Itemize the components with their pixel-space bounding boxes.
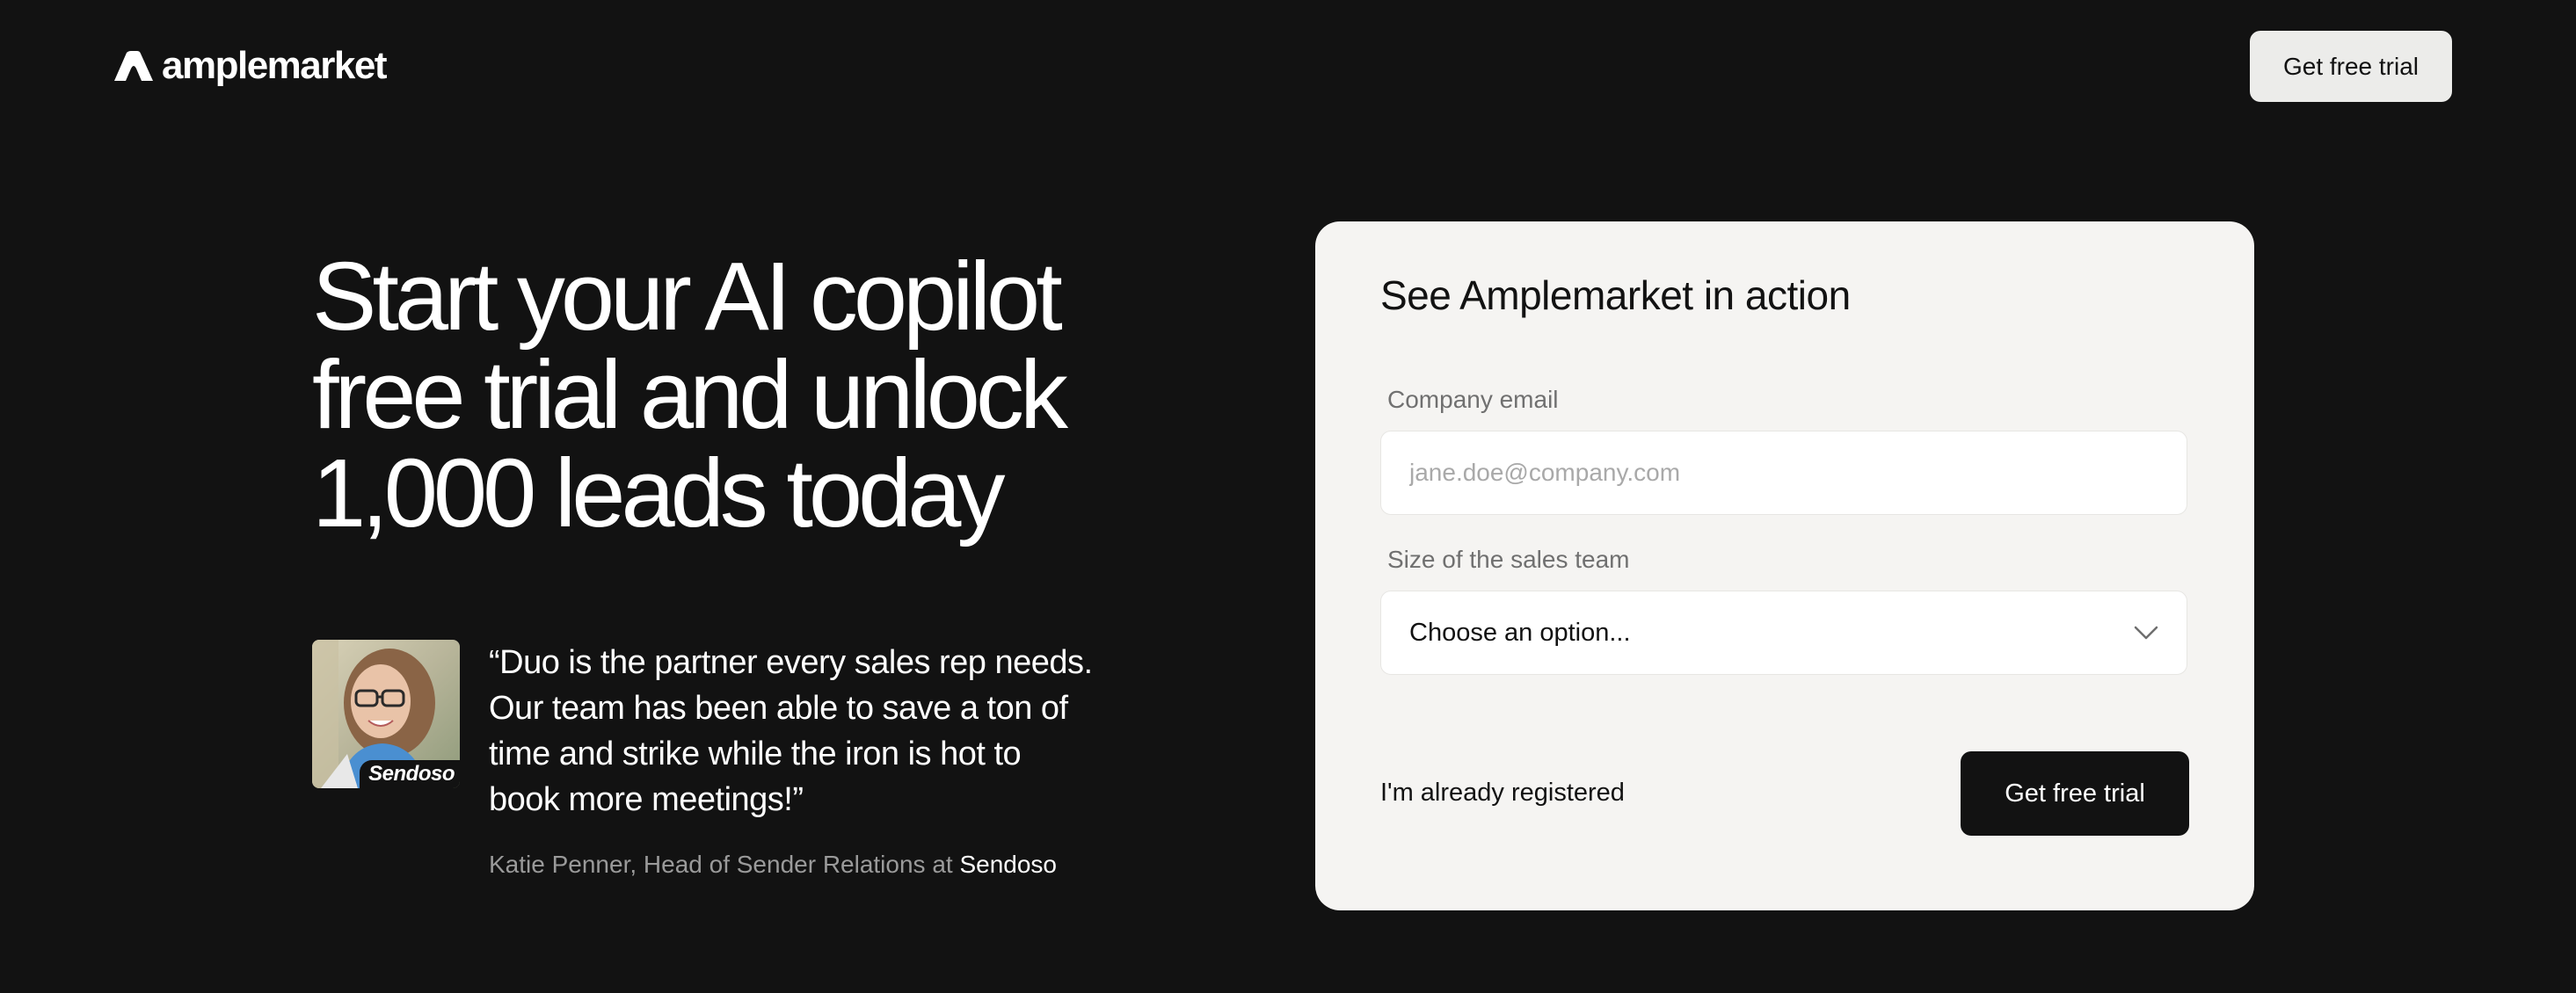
- testimonial-quote: “Duo is the partner every sales rep need…: [489, 640, 1122, 823]
- brand-name: amplemarket: [162, 44, 387, 87]
- quote-line: time and strike while the iron is hot to: [489, 736, 1022, 772]
- headline-line: free trial and unlock: [312, 341, 1068, 449]
- header-get-free-trial-button[interactable]: Get free trial: [2250, 31, 2452, 102]
- form-title: See Amplemarket in action: [1380, 272, 1851, 318]
- already-registered-link[interactable]: I'm already registered: [1380, 779, 1625, 808]
- company-email-input[interactable]: [1380, 431, 2187, 515]
- headline-line: Start your AI copilot: [312, 243, 1063, 351]
- author-name-title: Katie Penner, Head of Sender Relations a…: [489, 851, 953, 878]
- hero-headline: Start your AI copilot free trial and unl…: [312, 248, 1174, 543]
- quote-line: “Duo is the partner every sales rep need…: [489, 644, 1093, 681]
- team-size-selected-value: Choose an option...: [1409, 618, 1631, 647]
- amplemarket-logo-icon: [114, 51, 153, 81]
- chevron-down-icon: [2134, 626, 2158, 640]
- headline-line: 1,000 leads today: [312, 439, 1005, 547]
- quote-line: Our team has been able to save a ton of: [489, 690, 1068, 727]
- testimonial-avatar: Sendoso: [312, 640, 460, 788]
- get-free-trial-submit-button[interactable]: Get free trial: [1961, 751, 2189, 836]
- quote-line: book more meetings!”: [489, 781, 804, 818]
- author-company: Sendoso: [959, 851, 1058, 878]
- sendoso-badge: Sendoso: [360, 760, 460, 788]
- team-size-select[interactable]: Choose an option...: [1380, 591, 2187, 675]
- testimonial-attribution: Katie Penner, Head of Sender Relations a…: [489, 851, 1057, 879]
- signup-form-card: See Amplemarket in action Company email …: [1315, 221, 2254, 910]
- email-field-label: Company email: [1387, 386, 1559, 413]
- team-size-label: Size of the sales team: [1387, 546, 1630, 573]
- brand-logo[interactable]: amplemarket: [114, 44, 387, 88]
